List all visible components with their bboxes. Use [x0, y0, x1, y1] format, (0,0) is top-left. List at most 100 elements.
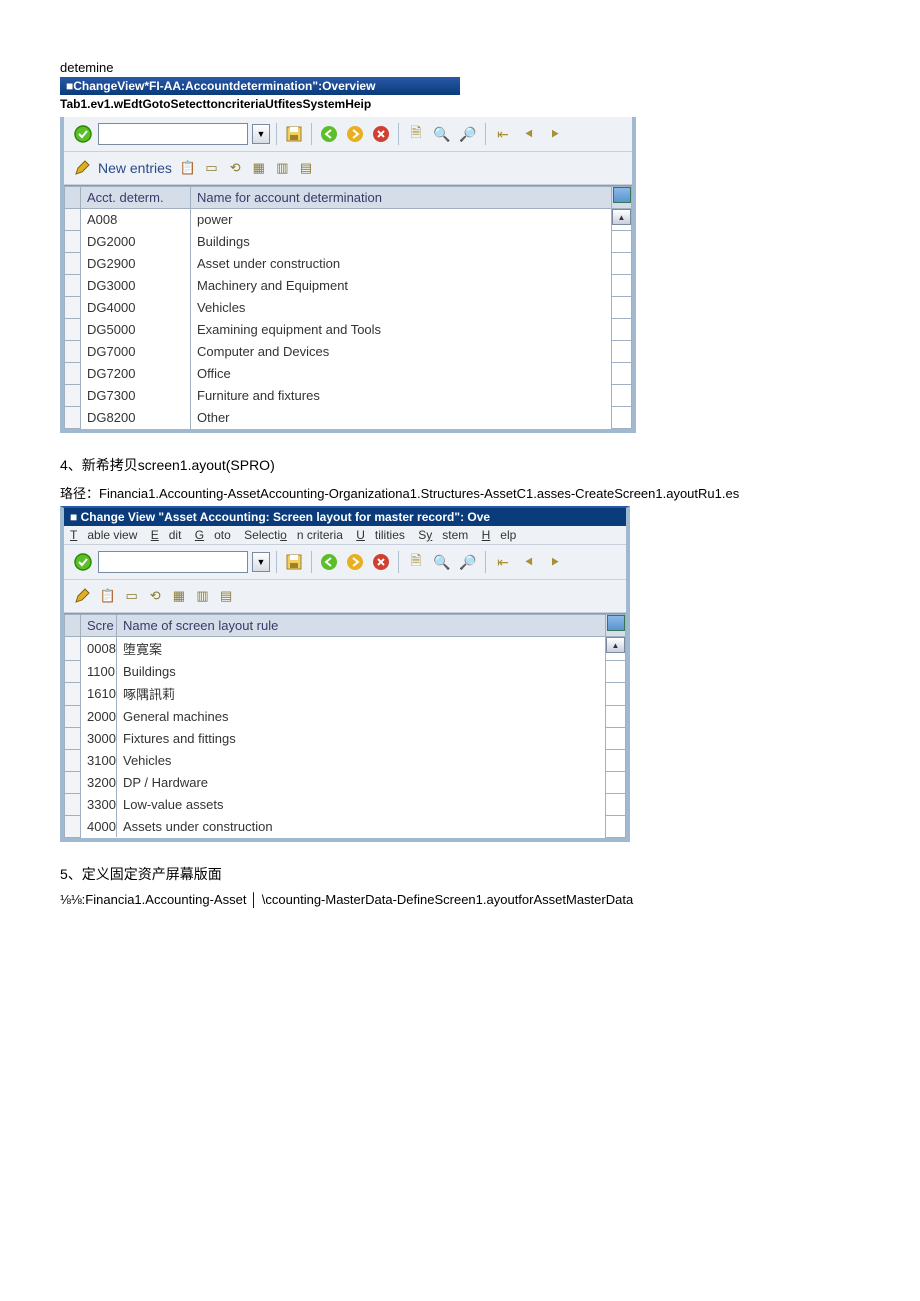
col-header-name[interactable]: Name for account determination: [191, 187, 612, 209]
cell-code[interactable]: DG7200: [81, 363, 191, 385]
scrollbar[interactable]: [612, 385, 632, 407]
scrollbar[interactable]: [612, 363, 632, 385]
cell-name[interactable]: General machines: [117, 705, 606, 727]
row-selector[interactable]: [65, 727, 81, 749]
row-selector[interactable]: [65, 771, 81, 793]
cell-name[interactable]: Vehicles: [191, 297, 612, 319]
scrollbar[interactable]: [612, 407, 632, 429]
cell-code[interactable]: 3100: [81, 749, 117, 771]
row-selector[interactable]: [65, 793, 81, 815]
delete-icon[interactable]: ▭: [122, 586, 142, 606]
cell-name[interactable]: Asset under construction: [191, 253, 612, 275]
select-block-icon[interactable]: ▥: [272, 158, 292, 178]
deselect-all-icon[interactable]: ▤: [216, 586, 236, 606]
cell-name[interactable]: 啄隅訊莉: [117, 682, 606, 705]
find-icon[interactable]: 🔍: [431, 551, 453, 573]
cell-name[interactable]: Fixtures and fittings: [117, 727, 606, 749]
exit-icon[interactable]: [344, 551, 366, 573]
row-selector-header[interactable]: [65, 187, 81, 209]
scrollbar[interactable]: [606, 815, 626, 837]
back-icon[interactable]: [318, 551, 340, 573]
menu-help[interactable]: Help: [482, 528, 517, 542]
scrollbar[interactable]: [606, 749, 626, 771]
row-selector[interactable]: [65, 385, 81, 407]
command-input[interactable]: [98, 123, 248, 145]
cell-code[interactable]: 4000: [81, 815, 117, 837]
scrollbar[interactable]: [606, 793, 626, 815]
row-selector[interactable]: [65, 682, 81, 705]
save-icon[interactable]: [283, 551, 305, 573]
next-page-icon[interactable]: ⯈: [544, 123, 566, 145]
enter-icon[interactable]: [72, 123, 94, 145]
find-next-icon[interactable]: 🔎: [457, 551, 479, 573]
cell-name[interactable]: Furniture and fixtures: [191, 385, 612, 407]
scroll-corner[interactable]: [606, 615, 626, 637]
menu-utilities[interactable]: Utilities: [356, 528, 405, 542]
enter-icon[interactable]: [72, 551, 94, 573]
copy-icon[interactable]: 📋: [98, 586, 118, 606]
first-page-icon[interactable]: ⇤: [492, 551, 514, 573]
row-selector[interactable]: [65, 253, 81, 275]
menu-edit[interactable]: Edit: [151, 528, 182, 542]
scrollbar[interactable]: [612, 253, 632, 275]
row-selector[interactable]: [65, 209, 81, 231]
menu-goto[interactable]: Goto: [195, 528, 231, 542]
select-all-icon[interactable]: ▦: [169, 586, 189, 606]
row-selector[interactable]: [65, 749, 81, 771]
scrollbar[interactable]: [606, 682, 626, 705]
row-selector[interactable]: [65, 705, 81, 727]
prev-page-icon[interactable]: ⯇: [518, 551, 540, 573]
select-all-icon[interactable]: ▦: [249, 158, 269, 178]
select-block-icon[interactable]: ▥: [193, 586, 213, 606]
cell-code[interactable]: DG4000: [81, 297, 191, 319]
cell-name[interactable]: Examining equipment and Tools: [191, 319, 612, 341]
row-selector[interactable]: [65, 275, 81, 297]
undo-icon[interactable]: ⟲: [145, 586, 165, 606]
menu-selection[interactable]: Selection criteria: [244, 528, 343, 542]
exit-icon[interactable]: [344, 123, 366, 145]
cell-name[interactable]: Office: [191, 363, 612, 385]
cell-name[interactable]: Computer and Devices: [191, 341, 612, 363]
dropdown-button[interactable]: ▼: [252, 124, 270, 144]
row-selector[interactable]: [65, 363, 81, 385]
scrollbar[interactable]: [606, 660, 626, 682]
new-entries-label[interactable]: New entries: [98, 160, 172, 176]
cancel-icon[interactable]: [370, 551, 392, 573]
print-icon[interactable]: 🗎: [405, 551, 427, 573]
find-icon[interactable]: 🔍: [431, 123, 453, 145]
cell-code[interactable]: DG7300: [81, 385, 191, 407]
cell-code[interactable]: 2000: [81, 705, 117, 727]
cell-name[interactable]: DP / Hardware: [117, 771, 606, 793]
cell-code[interactable]: DG2000: [81, 231, 191, 253]
col-header-name2[interactable]: Name of screen layout rule: [117, 615, 606, 637]
cell-name[interactable]: Vehicles: [117, 749, 606, 771]
cell-code[interactable]: 1610: [81, 682, 117, 705]
first-page-icon[interactable]: ⇤: [492, 123, 514, 145]
row-selector[interactable]: [65, 815, 81, 837]
scrollbar[interactable]: [612, 275, 632, 297]
row-selector[interactable]: [65, 341, 81, 363]
cell-code[interactable]: A008: [81, 209, 191, 231]
row-selector[interactable]: [65, 319, 81, 341]
cell-code[interactable]: 3000: [81, 727, 117, 749]
scrollbar[interactable]: [606, 705, 626, 727]
cell-name[interactable]: 堕寛案: [117, 637, 606, 661]
scrollbar[interactable]: [612, 319, 632, 341]
scrollbar[interactable]: [606, 771, 626, 793]
col-header-acct[interactable]: Acct. determ.: [81, 187, 191, 209]
cancel-icon[interactable]: [370, 123, 392, 145]
row-selector[interactable]: [65, 660, 81, 682]
cell-code[interactable]: 3200: [81, 771, 117, 793]
cell-name[interactable]: Low-value assets: [117, 793, 606, 815]
cell-name[interactable]: power: [191, 209, 612, 231]
scrollbar[interactable]: [606, 727, 626, 749]
dropdown-button[interactable]: ▼: [252, 552, 270, 572]
row-selector-header[interactable]: [65, 615, 81, 637]
cell-code[interactable]: DG2900: [81, 253, 191, 275]
copy-icon[interactable]: 📋: [178, 158, 198, 178]
cell-code[interactable]: DG8200: [81, 407, 191, 429]
pencil-icon[interactable]: [72, 158, 92, 178]
cell-code[interactable]: DG5000: [81, 319, 191, 341]
scroll-corner[interactable]: [612, 187, 632, 209]
row-selector[interactable]: [65, 407, 81, 429]
